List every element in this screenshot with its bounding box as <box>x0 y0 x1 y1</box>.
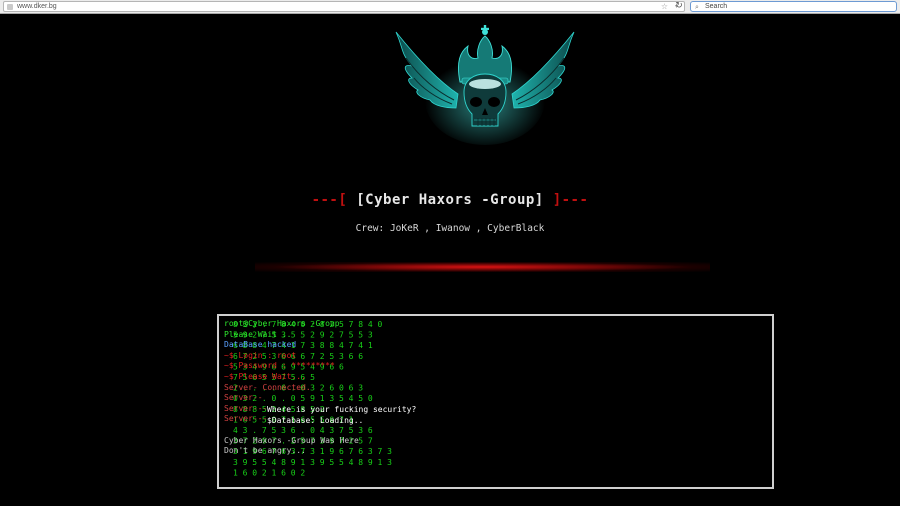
bookmark-star-icon[interactable]: ☆ <box>661 2 668 12</box>
search-input[interactable]: Search <box>705 2 727 12</box>
terminal-line: Don't be angry... <box>224 446 306 456</box>
red-glow-divider <box>255 262 710 272</box>
terminal-window: 8 5 2 . 7 8 4 0 2 8 2 5 7 8 4 0 5 9 2 7 … <box>217 314 774 489</box>
terminal-line: ~$ Login : root <box>224 350 297 360</box>
terminal-line: Cyber Haxors -Group Was Here <box>224 435 359 445</box>
matrix-row: 3 9 5 5 4 8 9 1 3 9 5 5 4 8 9 1 3 <box>233 458 392 467</box>
title-text: [Cyber Haxors -Group] <box>356 192 544 208</box>
matrix-row: 1 6 0 2 1 6 0 2 <box>233 468 305 477</box>
terminal-line: Server- Connected. <box>224 382 311 392</box>
search-icon: ⌕ <box>695 3 699 11</box>
security-message: Where is your fucking security? <box>267 405 417 414</box>
skull-crown-logo <box>395 25 575 145</box>
terminal-line: Server-- <box>224 393 263 403</box>
title-left-bracket: ---[ <box>311 192 348 208</box>
reload-icon[interactable]: ↻ <box>673 0 685 12</box>
address-url: www.dker.bg <box>17 3 57 10</box>
terminal-output: root@Cyber Haxors -Group Please Wait .. Da… <box>224 319 359 457</box>
browser-toolbar: www.dker.bg ☆ ▾ ↻ ⌕ Search <box>0 0 900 14</box>
page-title: ---[ [Cyber Haxors -Group] ]--- <box>0 190 900 210</box>
terminal-line: ~$ Please Wait... <box>224 371 306 381</box>
database-loading-message: $Database: Loading.. <box>267 416 364 425</box>
terminal-line: Please Wait .. <box>224 329 292 339</box>
terminal-line: DataBase hacked <box>224 340 297 350</box>
terminal-line: ~$ Password : ********* <box>224 361 335 371</box>
address-bar[interactable]: www.dker.bg ☆ ▾ <box>3 1 685 12</box>
terminal-line: root@Cyber Haxors -Group <box>224 319 340 328</box>
site-favicon-icon <box>7 4 13 10</box>
crew-line: Crew: JoKeR , Iwanow , CyberBlack <box>355 223 545 234</box>
search-box[interactable]: ⌕ Search <box>690 1 897 12</box>
title-right-bracket: ]--- <box>552 192 589 208</box>
